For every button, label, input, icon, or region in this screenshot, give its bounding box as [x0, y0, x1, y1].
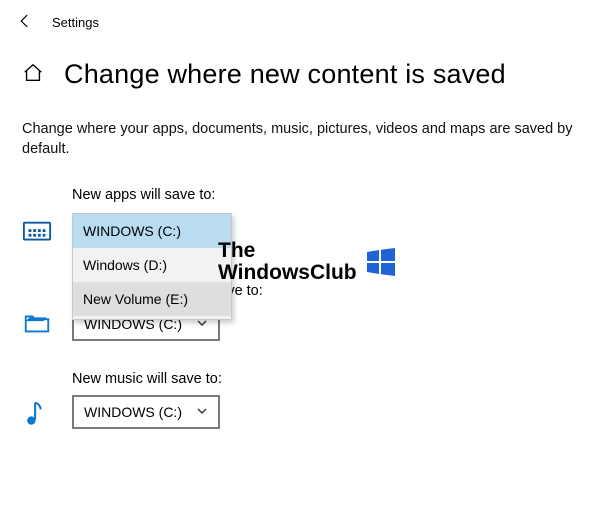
watermark-text: The WindowsClub [218, 240, 357, 284]
windows-logo-icon [365, 246, 397, 278]
apps-dropdown-list[interactable]: WINDOWS (C:) Windows (D:) New Volume (E:… [72, 213, 232, 320]
topbar-title: Settings [52, 15, 99, 30]
home-icon [22, 62, 50, 87]
page-title: Change where new content is saved [64, 59, 506, 90]
chevron-down-icon [196, 405, 208, 420]
section-music: New music will save to: WINDOWS (C:) [0, 371, 600, 429]
apps-icon [22, 217, 52, 247]
watermark-line1: The [218, 240, 357, 262]
page-description: Change where your apps, documents, music… [0, 98, 600, 159]
music-value: WINDOWS (C:) [84, 404, 182, 420]
apps-label: New apps will save to: [72, 187, 578, 203]
section-apps: New apps will save to: WINDOWS (C:) Wind… [0, 187, 600, 203]
music-label: New music will save to: [72, 371, 578, 387]
dropdown-option[interactable]: WINDOWS (C:) [73, 214, 231, 248]
music-combobox[interactable]: WINDOWS (C:) [72, 395, 220, 429]
dropdown-option[interactable]: New Volume (E:) [73, 282, 231, 316]
watermark: The WindowsClub [218, 240, 397, 284]
dropdown-option[interactable]: Windows (D:) [73, 248, 231, 282]
watermark-line2: WindowsClub [218, 262, 357, 284]
documents-icon [22, 307, 52, 337]
back-button[interactable] [16, 12, 40, 33]
music-icon [22, 399, 52, 429]
